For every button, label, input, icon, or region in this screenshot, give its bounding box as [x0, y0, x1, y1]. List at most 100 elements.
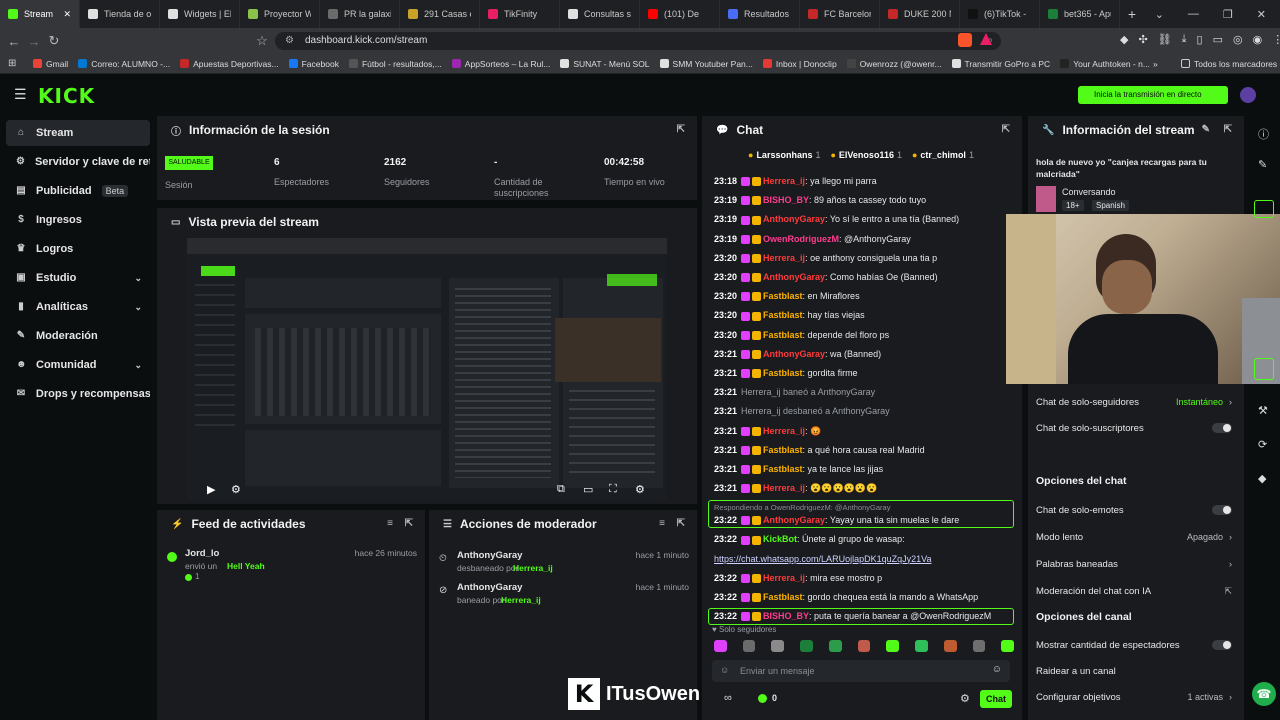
- profile-icon[interactable]: ◉: [1253, 33, 1263, 46]
- bookmark-item[interactable]: SUNAT - Menú SOL: [555, 59, 654, 69]
- bookmark-item[interactable]: Correo: ALUMNO -...: [73, 59, 175, 69]
- top-gifter[interactable]: ● Larssonhans 1: [748, 150, 820, 164]
- chat-message[interactable]: 23:18 Herrera_ij: ya llego mi parra: [714, 174, 1014, 188]
- browser-tab[interactable]: Consultas so: [560, 0, 640, 28]
- popout-icon[interactable]: ⇱: [405, 518, 413, 529]
- chat-message[interactable]: 23:21 Herrera_ij: 😮😮😮😮😮😮: [714, 481, 1014, 495]
- chat-username[interactable]: Fastblast: [763, 445, 803, 455]
- filter-icon[interactable]: ≡: [387, 518, 393, 529]
- close-window-button[interactable]: ✕: [1257, 8, 1266, 21]
- link-icon[interactable]: ⛓: [1158, 33, 1172, 46]
- chat-message[interactable]: 23:21 Fastblast: a qué hora causa real Ma…: [714, 443, 1014, 457]
- edit-icon[interactable]: ✎: [1202, 124, 1210, 135]
- go-live-banner[interactable]: Inicia la transmisión en directo: [1078, 86, 1228, 104]
- sidebar-item[interactable]: $ Ingresos: [6, 207, 150, 233]
- chat-link[interactable]: https://chat.whatsapp.com/LARUojlapDK1qu…: [714, 554, 931, 564]
- shield-icon[interactable]: ◆: [1258, 472, 1266, 485]
- setting-row[interactable]: Chat de solo-seguidores Instantáneo ›: [1036, 394, 1232, 410]
- toggle-switch[interactable]: [1212, 423, 1232, 433]
- browser-tab[interactable]: Resultados d: [720, 0, 800, 28]
- popout-icon[interactable]: ⇱: [677, 518, 685, 529]
- sidebar-item[interactable]: ✉ Drops y recompensas: [6, 381, 150, 407]
- setting-value[interactable]: 1 activas ›: [1187, 692, 1232, 702]
- chat-message[interactable]: 23:19 BISHO_BY: 89 años ta cassey todo tu…: [714, 193, 1014, 207]
- external-link-icon[interactable]: ⇱: [1224, 586, 1232, 597]
- chat-message[interactable]: 23:20 Herrera_ij: oe anthony consiguela u…: [714, 251, 1014, 265]
- brave-shield-icon[interactable]: [958, 33, 972, 47]
- browser-tab[interactable]: Tienda de ov: [80, 0, 160, 28]
- setting-value[interactable]: ›: [1229, 559, 1232, 569]
- all-bookmarks-folder[interactable]: Todos los marcadores: [1176, 59, 1280, 69]
- sidebar-item[interactable]: ♛ Logros: [6, 236, 150, 262]
- new-tab-button[interactable]: +: [1120, 6, 1144, 22]
- chat-message[interactable]: 23:22 AnthonyGaray: Yayay una tia sin mue…: [714, 513, 1014, 527]
- sidebar-item[interactable]: ⚙ Servidor y clave de retransmisión: [6, 149, 150, 175]
- mod-action-user[interactable]: AnthonyGaray: [457, 582, 522, 593]
- chat-username[interactable]: Herrera_ij: [763, 176, 805, 186]
- chat-message[interactable]: 23:21 Fastblast: gordita firme: [714, 366, 1014, 380]
- chat-message[interactable]: 23:22 Herrera_ij: mira ese mostro p: [714, 571, 1014, 585]
- chat-username[interactable]: Herrera_ij: [763, 483, 805, 493]
- setting-row[interactable]: Chat de solo-emotes: [1036, 502, 1232, 518]
- bookmark-item[interactable]: Fútbol - resultados,...: [344, 59, 447, 69]
- maximize-button[interactable]: ❐: [1223, 8, 1233, 21]
- top-gifter[interactable]: ● ctr_chimol 1: [912, 150, 974, 164]
- sidepanel-icon[interactable]: ▯: [1197, 33, 1203, 46]
- chat-username[interactable]: KickBot: [763, 534, 797, 544]
- mod-action-user[interactable]: AnthonyGaray: [457, 550, 522, 561]
- infinity-icon[interactable]: ∞: [724, 692, 732, 704]
- bookmark-item[interactable]: Inbox | Donoclip: [758, 59, 842, 69]
- theater-icon[interactable]: ▭: [583, 483, 593, 496]
- emote-icon[interactable]: [972, 640, 986, 652]
- bookmark-star-icon[interactable]: ☆: [252, 33, 272, 49]
- menu-icon[interactable]: ⋮: [1272, 33, 1280, 46]
- bookmark-item[interactable]: Gmail: [28, 59, 73, 69]
- apps-grid-icon[interactable]: ⊞: [8, 58, 16, 69]
- popout-icon[interactable]: ⇱: [1224, 124, 1232, 135]
- help-button[interactable]: ☎: [1252, 682, 1276, 706]
- popout-icon[interactable]: ⇱: [677, 124, 685, 135]
- emote-icon[interactable]: [857, 640, 871, 652]
- setting-row[interactable]: Raidear a un canal: [1036, 663, 1232, 679]
- setting-row[interactable]: Configurar objetivos 1 activas ›: [1036, 689, 1232, 705]
- kick-logo[interactable]: KICK: [38, 84, 95, 108]
- chat-message[interactable]: 23:21 Herrera_ij desbaneó a AnthonyGaray: [714, 404, 1014, 418]
- share-icon[interactable]: ⟳: [1258, 438, 1267, 451]
- chat-username[interactable]: Fastblast: [763, 291, 803, 301]
- browser-tab[interactable]: Proyector W: [240, 0, 320, 28]
- forward-icon[interactable]: →: [24, 34, 44, 49]
- chat-username[interactable]: Fastblast: [763, 464, 803, 474]
- setting-row[interactable]: Moderación del chat con IA ⇱: [1036, 583, 1232, 599]
- clip-icon[interactable]: ⧉: [557, 483, 565, 496]
- stream-preview-video[interactable]: ▶ ⚙ ⧉ ▭ ⛶ ⚙: [187, 238, 667, 500]
- settings-icon[interactable]: ⚙: [635, 483, 645, 496]
- fullscreen-icon[interactable]: ⛶: [609, 483, 617, 496]
- chat-username[interactable]: Fastblast: [763, 368, 803, 378]
- chat-message[interactable]: 23:21 Herrera_ij baneó a AnthonyGaray: [714, 385, 1014, 399]
- emote-icon[interactable]: [886, 640, 900, 652]
- feed-user[interactable]: Jord_lo: [185, 548, 219, 559]
- sidebar-item[interactable]: ▮ Analíticas ⌄: [6, 294, 150, 320]
- quality-icon[interactable]: ⚙: [231, 483, 241, 496]
- back-icon[interactable]: ←: [4, 34, 24, 49]
- emoji-left-icon[interactable]: ☺: [720, 665, 729, 675]
- emote-icon[interactable]: [1001, 640, 1015, 652]
- puzzle-icon[interactable]: ✣: [1138, 33, 1147, 46]
- vpn-icon[interactable]: ◎: [1233, 33, 1243, 46]
- emote-icon[interactable]: [714, 640, 727, 652]
- chat-message[interactable]: 23:19 OwenRodriguezM: @AnthonyGaray: [714, 232, 1014, 246]
- category-name[interactable]: Conversando: [1062, 187, 1116, 197]
- chat-username[interactable]: AnthonyGaray: [763, 272, 825, 282]
- url-field[interactable]: ⚙ dashboard.kick.com/stream ⌕: [275, 32, 1001, 50]
- browser-tab[interactable]: bet365 - Apu: [1040, 0, 1120, 28]
- chat-message[interactable]: 23:22 Fastblast: gordo chequea está la ma…: [714, 590, 1014, 604]
- pencil-icon[interactable]: ✎: [1258, 158, 1267, 171]
- bookmark-item[interactable]: SMM Youtuber Pan...: [655, 59, 758, 69]
- browser-tab[interactable]: (6)TikTok -: [960, 0, 1040, 28]
- chat-username[interactable]: Fastblast: [763, 592, 803, 602]
- browser-tab[interactable]: 291 Casas en: [400, 0, 480, 28]
- rail-tab[interactable]: [1254, 200, 1274, 218]
- emote-icon[interactable]: [742, 640, 756, 652]
- chat-username[interactable]: BISHO_BY: [763, 611, 809, 621]
- chat-message[interactable]: 23:20 AnthonyGaray: Como habías Oe (Banne…: [714, 270, 1014, 284]
